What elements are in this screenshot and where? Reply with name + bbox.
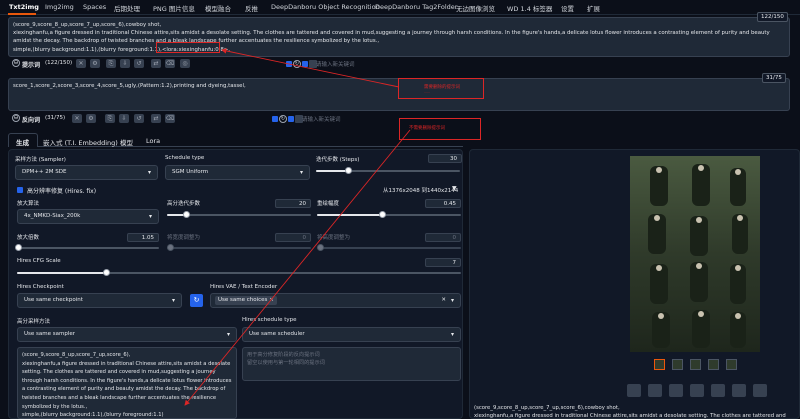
- annotation-arrows: [184, 48, 411, 406]
- annotation-arrow-1: [221, 48, 400, 88]
- annotation-arrow-2: [184, 129, 411, 406]
